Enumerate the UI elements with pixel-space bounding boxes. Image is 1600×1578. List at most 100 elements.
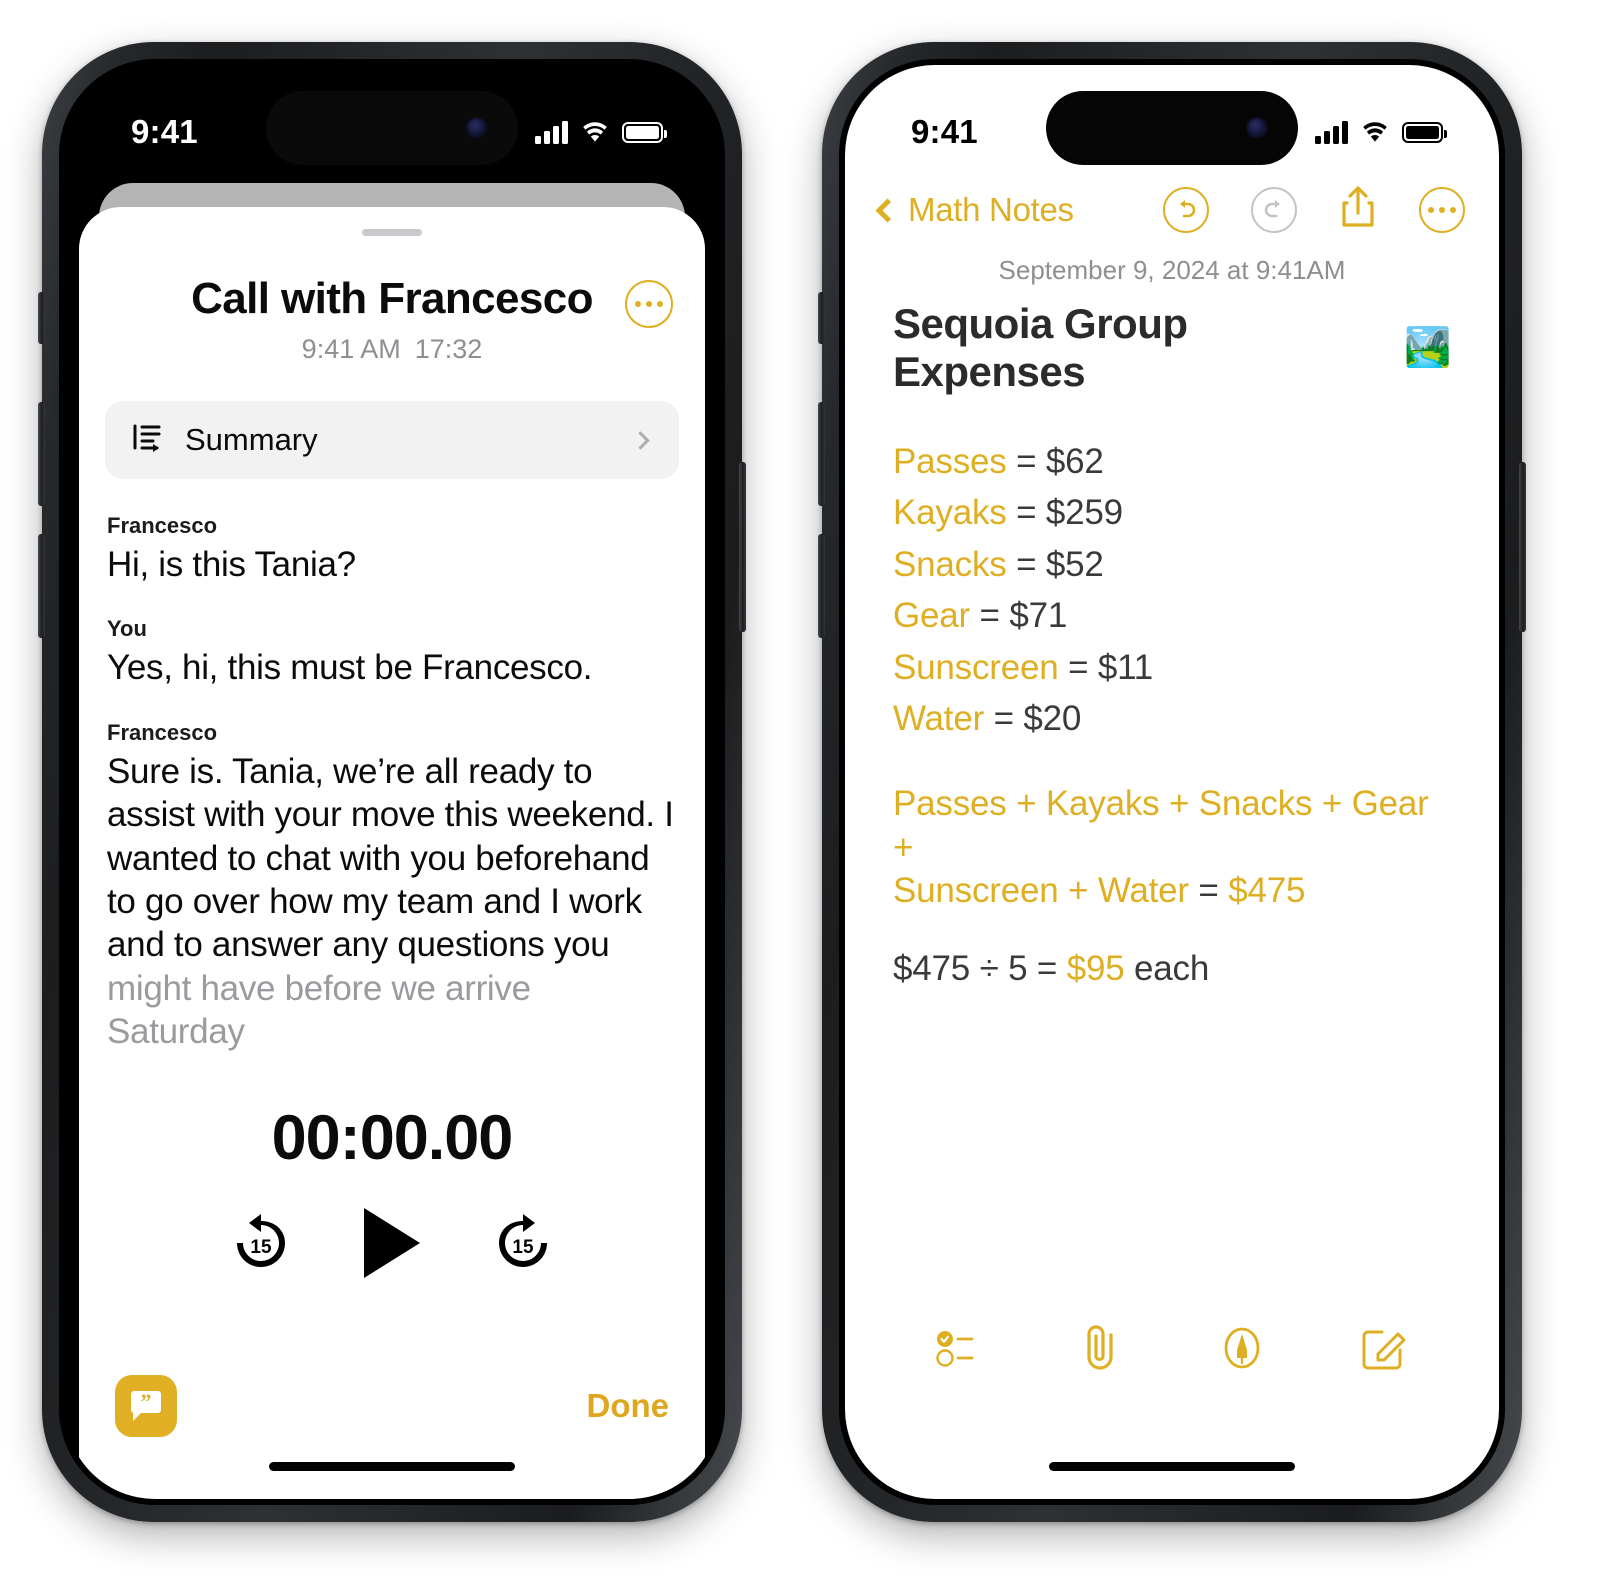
call-duration: 17:32: [414, 334, 483, 364]
right-phone-screen: 9:41 Math Notes September 9, 2024 at 9:4…: [845, 65, 1499, 1499]
note-title: Sequoia Group Expenses 🏞️: [893, 300, 1451, 396]
left-phone-device: 9:41 Call with Francesco 9:41 AM 17:32 S…: [38, 42, 746, 1522]
sum-vars-line-2: Sunscreen + Water: [893, 871, 1189, 911]
sum-equals: =: [1198, 871, 1219, 911]
division-line: $475 ÷ 5 = $95 each: [893, 947, 1451, 990]
volume-up-button[interactable]: [38, 402, 45, 506]
skip-forward-15-icon[interactable]: 15: [492, 1212, 554, 1274]
call-subtitle: 9:41 AM 17:32: [79, 334, 705, 365]
note-date: September 9, 2024 at 9:41AM: [998, 255, 1346, 285]
volume-down-button[interactable]: [38, 534, 45, 638]
division-prefix: $475 ÷ 5 =: [893, 948, 1058, 988]
notes-toolbar: [845, 1322, 1499, 1379]
done-button[interactable]: Done: [587, 1387, 670, 1425]
chevron-left-icon: [875, 197, 900, 223]
share-icon[interactable]: [1339, 185, 1377, 236]
speaker-label: You: [107, 616, 147, 642]
status-indicators: [1315, 120, 1447, 144]
transcript-entry: Francesco Hi, is this Tania?: [107, 513, 677, 586]
call-time: 9:41 AM: [301, 334, 401, 364]
status-time: 9:41: [911, 113, 978, 150]
national-park-emoji-icon: 🏞️: [1404, 327, 1451, 369]
more-options-icon[interactable]: [625, 280, 673, 328]
status-time: 9:41: [131, 113, 198, 150]
division-result: $95: [1066, 948, 1125, 988]
transcript-entry: Francesco Sure is. Tania, we’re all read…: [107, 720, 677, 1054]
quote-bubble-icon[interactable]: ”: [115, 1375, 177, 1437]
expense-line: Gear = $71: [893, 594, 1451, 637]
expense-line: Passes = $62: [893, 440, 1451, 483]
expense-value: $20: [1023, 698, 1082, 738]
speaker-label: Francesco: [107, 719, 218, 745]
right-phone-bezel: 9:41 Math Notes September 9, 2024 at 9:4…: [839, 59, 1505, 1505]
power-button[interactable]: [1519, 462, 1526, 632]
expense-name: Water: [893, 698, 985, 738]
equals-sign: =: [979, 596, 1000, 636]
expense-value: $259: [1045, 493, 1123, 533]
expense-value: $52: [1045, 544, 1104, 584]
note-body[interactable]: Passes = $62 Kayaks = $259 Snacks = $52: [893, 440, 1451, 990]
call-recording-sheet: Call with Francesco 9:41 AM 17:32 Summar…: [79, 207, 705, 1499]
equals-sign: =: [1016, 442, 1037, 481]
expense-line: Snacks = $52: [893, 543, 1451, 586]
equals-sign: =: [993, 698, 1014, 738]
equals-sign: =: [1016, 493, 1037, 533]
battery-icon: [622, 121, 667, 143]
sum-total: $475: [1228, 871, 1306, 911]
play-icon[interactable]: [364, 1207, 420, 1278]
home-indicator[interactable]: [269, 1462, 515, 1471]
summary-label: Summary: [185, 422, 318, 457]
front-camera-icon: [1246, 117, 1268, 139]
checklist-icon[interactable]: [936, 1326, 986, 1375]
transcript-entry: You Yes, hi, this must be Francesco.: [107, 616, 677, 689]
more-options-icon[interactable]: [1419, 187, 1465, 233]
left-phone-bezel: 9:41 Call with Francesco 9:41 AM 17:32 S…: [59, 59, 725, 1505]
status-indicators: [535, 120, 667, 144]
home-indicator[interactable]: [1049, 1462, 1295, 1471]
undo-icon[interactable]: [1163, 187, 1209, 233]
silent-switch[interactable]: [38, 292, 45, 344]
chevron-right-icon: [631, 430, 650, 450]
battery-icon: [1402, 121, 1447, 143]
back-button[interactable]: Math Notes: [875, 191, 1074, 229]
expense-name: Passes: [893, 442, 1007, 481]
dynamic-island: [266, 91, 518, 165]
expense-name: Kayaks: [893, 493, 1007, 533]
markup-pen-icon[interactable]: [1217, 1323, 1267, 1378]
svg-text:15: 15: [250, 1237, 272, 1258]
expense-name: Gear: [893, 596, 971, 636]
expense-line: Kayaks = $259: [893, 491, 1451, 534]
volume-up-button[interactable]: [818, 402, 825, 506]
notes-nav-bar: Math Notes: [845, 175, 1499, 245]
skip-back-15-icon[interactable]: 15: [230, 1212, 292, 1274]
front-camera-icon: [466, 117, 488, 139]
dynamic-island: [1046, 91, 1298, 165]
transcript-list: Francesco Hi, is this Tania? You Yes, hi…: [107, 513, 677, 1054]
equals-sign: =: [1016, 544, 1037, 584]
expense-value: $11: [1097, 647, 1154, 687]
summary-row[interactable]: Summary: [105, 401, 679, 479]
screenshot-root: 9:41 Call with Francesco 9:41 AM 17:32 S…: [0, 0, 1600, 1578]
call-title: Call with Francesco: [191, 274, 593, 323]
right-phone-device: 9:41 Math Notes September 9, 2024 at 9:4…: [818, 42, 1526, 1522]
silent-switch[interactable]: [818, 292, 825, 344]
wifi-icon: [580, 121, 610, 144]
sum-expression-line-1: Passes + Kayaks + Snacks + Gear +: [893, 782, 1451, 869]
compose-icon[interactable]: [1360, 1324, 1408, 1377]
utterance-text: Hi, is this Tania?: [107, 545, 356, 584]
redo-icon[interactable]: [1251, 187, 1297, 233]
cellular-bars-icon: [535, 120, 568, 144]
speaker-label: Francesco: [107, 513, 218, 538]
sheet-bottom-bar: ” Done: [79, 1375, 705, 1437]
expense-name: Snacks: [893, 544, 1007, 584]
back-label: Math Notes: [908, 191, 1074, 228]
volume-down-button[interactable]: [818, 534, 825, 638]
expense-line: Water = $20: [893, 697, 1451, 740]
power-button[interactable]: [739, 462, 746, 632]
utterance-text: Yes, hi, this must be Francesco.: [107, 648, 593, 688]
svg-text:”: ”: [141, 1389, 152, 1414]
playback-timer: 00:00.00: [271, 1102, 514, 1173]
sheet-grabber[interactable]: [362, 229, 422, 236]
paperclip-icon[interactable]: [1079, 1322, 1123, 1379]
